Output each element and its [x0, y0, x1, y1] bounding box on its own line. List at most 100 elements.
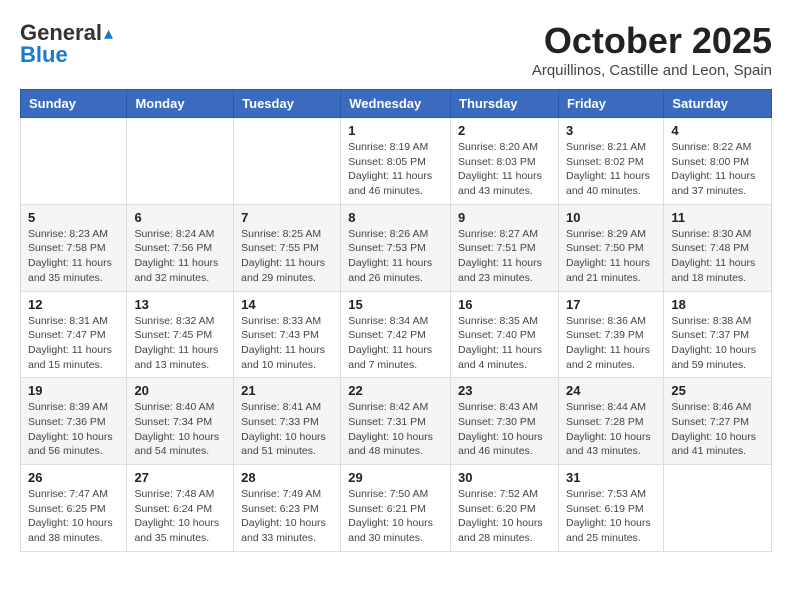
- day-number: 18: [671, 297, 764, 312]
- day-number: 24: [566, 383, 656, 398]
- calendar-cell: 24 Sunrise: 8:44 AM Sunset: 7:28 PM Dayli…: [558, 378, 663, 465]
- day-number: 28: [241, 470, 333, 485]
- day-number: 2: [458, 123, 551, 138]
- month-title: October 2025: [532, 20, 772, 62]
- day-number: 1: [348, 123, 443, 138]
- weekday-header-friday: Friday: [558, 90, 663, 118]
- day-number: 30: [458, 470, 551, 485]
- weekday-header-monday: Monday: [127, 90, 234, 118]
- day-info: Sunrise: 8:25 AM Sunset: 7:55 PM Dayligh…: [241, 227, 333, 286]
- day-number: 17: [566, 297, 656, 312]
- day-number: 20: [134, 383, 226, 398]
- week-row-2: 5 Sunrise: 8:23 AM Sunset: 7:58 PM Daylig…: [21, 204, 772, 291]
- day-info: Sunrise: 8:32 AM Sunset: 7:45 PM Dayligh…: [134, 314, 226, 373]
- day-info: Sunrise: 8:26 AM Sunset: 7:53 PM Dayligh…: [348, 227, 443, 286]
- weekday-header-saturday: Saturday: [664, 90, 772, 118]
- day-info: Sunrise: 8:44 AM Sunset: 7:28 PM Dayligh…: [566, 400, 656, 459]
- calendar-cell: 9Sunrise: 8:27 AM Sunset: 7:51 PM Daylig…: [451, 204, 559, 291]
- calendar-cell: 11 Sunrise: 8:30 AM Sunset: 7:48 PM Dayli…: [664, 204, 772, 291]
- day-info: Sunrise: 8:43 AM Sunset: 7:30 PM Dayligh…: [458, 400, 551, 459]
- week-row-4: 19Sunrise: 8:39 AM Sunset: 7:36 PM Dayli…: [21, 378, 772, 465]
- calendar-cell: 7 Sunrise: 8:25 AM Sunset: 7:55 PM Daylig…: [234, 204, 341, 291]
- calendar-cell: [234, 118, 341, 205]
- day-number: 14: [241, 297, 333, 312]
- day-info: Sunrise: 8:35 AM Sunset: 7:40 PM Dayligh…: [458, 314, 551, 373]
- calendar-cell: [21, 118, 127, 205]
- calendar-cell: 17 Sunrise: 8:36 AM Sunset: 7:39 PM Dayli…: [558, 291, 663, 378]
- weekday-header-tuesday: Tuesday: [234, 90, 341, 118]
- day-number: 31: [566, 470, 656, 485]
- calendar-cell: 10Sunrise: 8:29 AM Sunset: 7:50 PM Dayli…: [558, 204, 663, 291]
- day-info: Sunrise: 8:21 AM Sunset: 8:02 PM Dayligh…: [566, 140, 656, 199]
- calendar-cell: 22 Sunrise: 8:42 AM Sunset: 7:31 PM Dayli…: [341, 378, 451, 465]
- day-number: 12: [28, 297, 119, 312]
- calendar-cell: 26Sunrise: 7:47 AM Sunset: 6:25 PM Dayli…: [21, 465, 127, 552]
- day-number: 8: [348, 210, 443, 225]
- day-info: Sunrise: 8:27 AM Sunset: 7:51 PM Dayligh…: [458, 227, 551, 286]
- day-number: 22: [348, 383, 443, 398]
- day-number: 27: [134, 470, 226, 485]
- logo: General ▴ Blue: [20, 20, 113, 68]
- day-info: Sunrise: 8:20 AM Sunset: 8:03 PM Dayligh…: [458, 140, 551, 199]
- day-number: 25: [671, 383, 764, 398]
- calendar-table: SundayMondayTuesdayWednesdayThursdayFrid…: [20, 89, 772, 552]
- day-number: 11: [671, 210, 764, 225]
- day-info: Sunrise: 7:50 AM Sunset: 6:21 PM Dayligh…: [348, 487, 443, 546]
- calendar-cell: 16 Sunrise: 8:35 AM Sunset: 7:40 PM Dayli…: [451, 291, 559, 378]
- day-info: Sunrise: 8:30 AM Sunset: 7:48 PM Dayligh…: [671, 227, 764, 286]
- day-info: Sunrise: 8:33 AM Sunset: 7:43 PM Dayligh…: [241, 314, 333, 373]
- day-info: Sunrise: 8:31 AM Sunset: 7:47 PM Dayligh…: [28, 314, 119, 373]
- calendar-cell: [664, 465, 772, 552]
- day-number: 29: [348, 470, 443, 485]
- calendar-cell: 20 Sunrise: 8:40 AM Sunset: 7:34 PM Dayli…: [127, 378, 234, 465]
- day-number: 21: [241, 383, 333, 398]
- location-title: Arquillinos, Castille and Leon, Spain: [532, 62, 772, 79]
- calendar-cell: 5 Sunrise: 8:23 AM Sunset: 7:58 PM Daylig…: [21, 204, 127, 291]
- day-number: 16: [458, 297, 551, 312]
- day-number: 3: [566, 123, 656, 138]
- calendar-cell: 2 Sunrise: 8:20 AM Sunset: 8:03 PM Daylig…: [451, 118, 559, 205]
- calendar-cell: 27 Sunrise: 7:48 AM Sunset: 6:24 PM Dayli…: [127, 465, 234, 552]
- day-number: 4: [671, 123, 764, 138]
- day-info: Sunrise: 8:36 AM Sunset: 7:39 PM Dayligh…: [566, 314, 656, 373]
- day-info: Sunrise: 7:47 AM Sunset: 6:25 PM Dayligh…: [28, 487, 119, 546]
- day-info: Sunrise: 8:24 AM Sunset: 7:56 PM Dayligh…: [134, 227, 226, 286]
- day-info: Sunrise: 8:22 AM Sunset: 8:00 PM Dayligh…: [671, 140, 764, 199]
- day-info: Sunrise: 8:34 AM Sunset: 7:42 PM Dayligh…: [348, 314, 443, 373]
- day-info: Sunrise: 8:19 AM Sunset: 8:05 PM Dayligh…: [348, 140, 443, 199]
- calendar-cell: [127, 118, 234, 205]
- day-info: Sunrise: 8:46 AM Sunset: 7:27 PM Dayligh…: [671, 400, 764, 459]
- day-info: Sunrise: 7:48 AM Sunset: 6:24 PM Dayligh…: [134, 487, 226, 546]
- week-row-3: 12 Sunrise: 8:31 AM Sunset: 7:47 PM Dayli…: [21, 291, 772, 378]
- title-area: October 2025 Arquillinos, Castille and L…: [532, 20, 772, 79]
- calendar-cell: 19Sunrise: 8:39 AM Sunset: 7:36 PM Dayli…: [21, 378, 127, 465]
- logo-bird-icon: ▴: [104, 23, 113, 44]
- day-info: Sunrise: 8:39 AM Sunset: 7:36 PM Dayligh…: [28, 400, 119, 459]
- calendar-cell: 31Sunrise: 7:53 AM Sunset: 6:19 PM Dayli…: [558, 465, 663, 552]
- calendar-cell: 28 Sunrise: 7:49 AM Sunset: 6:23 PM Dayli…: [234, 465, 341, 552]
- week-row-5: 26Sunrise: 7:47 AM Sunset: 6:25 PM Dayli…: [21, 465, 772, 552]
- calendar-cell: 25 Sunrise: 8:46 AM Sunset: 7:27 PM Dayli…: [664, 378, 772, 465]
- header: General ▴ Blue October 2025 Arquillinos,…: [20, 20, 772, 79]
- weekday-header-row: SundayMondayTuesdayWednesdayThursdayFrid…: [21, 90, 772, 118]
- calendar-cell: 30Sunrise: 7:52 AM Sunset: 6:20 PM Dayli…: [451, 465, 559, 552]
- calendar-cell: 15Sunrise: 8:34 AM Sunset: 7:42 PM Dayli…: [341, 291, 451, 378]
- weekday-header-sunday: Sunday: [21, 90, 127, 118]
- logo-blue-text: Blue: [20, 42, 68, 68]
- day-info: Sunrise: 8:23 AM Sunset: 7:58 PM Dayligh…: [28, 227, 119, 286]
- day-info: Sunrise: 8:38 AM Sunset: 7:37 PM Dayligh…: [671, 314, 764, 373]
- day-info: Sunrise: 8:42 AM Sunset: 7:31 PM Dayligh…: [348, 400, 443, 459]
- day-number: 5: [28, 210, 119, 225]
- day-number: 23: [458, 383, 551, 398]
- weekday-header-thursday: Thursday: [451, 90, 559, 118]
- calendar-cell: 23 Sunrise: 8:43 AM Sunset: 7:30 PM Dayli…: [451, 378, 559, 465]
- day-info: Sunrise: 7:49 AM Sunset: 6:23 PM Dayligh…: [241, 487, 333, 546]
- day-number: 6: [134, 210, 226, 225]
- day-number: 7: [241, 210, 333, 225]
- day-info: Sunrise: 8:29 AM Sunset: 7:50 PM Dayligh…: [566, 227, 656, 286]
- day-info: Sunrise: 8:40 AM Sunset: 7:34 PM Dayligh…: [134, 400, 226, 459]
- day-info: Sunrise: 8:41 AM Sunset: 7:33 PM Dayligh…: [241, 400, 333, 459]
- week-row-1: 1 Sunrise: 8:19 AM Sunset: 8:05 PM Daylig…: [21, 118, 772, 205]
- calendar-cell: 13Sunrise: 8:32 AM Sunset: 7:45 PM Dayli…: [127, 291, 234, 378]
- calendar-cell: 29 Sunrise: 7:50 AM Sunset: 6:21 PM Dayli…: [341, 465, 451, 552]
